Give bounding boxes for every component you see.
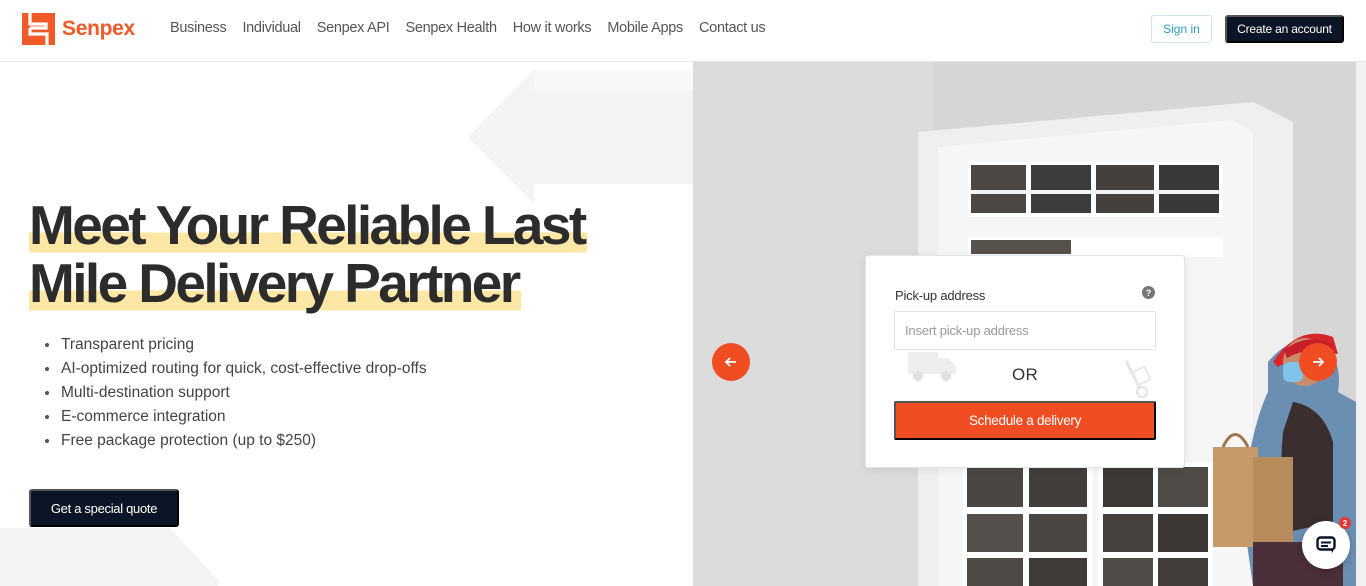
nav-link-how-it-works[interactable]: How it works — [513, 20, 592, 36]
page-scrollbar[interactable] — [1356, 62, 1366, 586]
headline-line-2: Mile Delivery Partner — [29, 252, 521, 314]
or-divider-text: OR — [1012, 365, 1038, 384]
pickup-form-card: Pick-up address ? OR Schedule a delivery — [865, 255, 1185, 468]
carousel-prev-button[interactable] — [712, 343, 750, 381]
get-special-quote-button[interactable]: Get a special quote — [29, 489, 179, 527]
chat-unread-badge: 2 — [1339, 517, 1351, 529]
pickup-address-label: Pick-up address — [895, 288, 986, 303]
nav-link-mobile-apps[interactable]: Mobile Apps — [607, 20, 683, 36]
main-nav: Business Individual Senpex API Senpex He… — [170, 20, 781, 36]
help-icon[interactable]: ? — [1142, 286, 1155, 299]
feature-item: Transparent pricing — [45, 333, 427, 357]
feature-item: AI-optimized routing for quick, cost-eff… — [45, 357, 427, 381]
decorative-arrow-shape — [468, 70, 693, 204]
nav-link-contact-us[interactable]: Contact us — [699, 20, 766, 36]
feature-item: E-commerce integration — [45, 405, 427, 429]
carousel-next-button[interactable] — [1299, 343, 1337, 381]
top-navbar: Senpex Business Individual Senpex API Se… — [0, 0, 1366, 62]
feature-item: Multi-destination support — [45, 381, 427, 405]
nav-link-business[interactable]: Business — [170, 20, 227, 36]
feature-item: Free package protection (up to $250) — [45, 429, 427, 453]
logo-wordmark: Senpex — [62, 17, 135, 40]
arrow-right-icon — [1313, 357, 1325, 367]
headline-line-1: Meet Your Reliable Last — [29, 194, 587, 256]
sign-in-button[interactable]: Sign in — [1151, 15, 1212, 43]
arrow-left-icon — [724, 357, 736, 367]
pickup-address-input[interactable] — [894, 311, 1156, 350]
nav-link-individual[interactable]: Individual — [242, 20, 301, 36]
nav-link-senpex-api[interactable]: Senpex API — [317, 20, 390, 36]
create-account-button[interactable]: Create an account — [1225, 15, 1344, 43]
hero-text-section: Meet Your Reliable Last Mile Delivery Pa… — [0, 62, 693, 586]
schedule-delivery-button[interactable]: Schedule a delivery — [894, 401, 1156, 440]
chat-icon — [1316, 536, 1336, 553]
senpex-logo[interactable]: Senpex — [22, 13, 135, 45]
nav-link-senpex-health[interactable]: Senpex Health — [405, 20, 497, 36]
decorative-corner-shape — [0, 528, 218, 586]
hero-headline: Meet Your Reliable Last Mile Delivery Pa… — [29, 194, 587, 314]
logo-mark-icon — [22, 13, 55, 45]
feature-list: Transparent pricing AI-optimized routing… — [45, 333, 427, 453]
